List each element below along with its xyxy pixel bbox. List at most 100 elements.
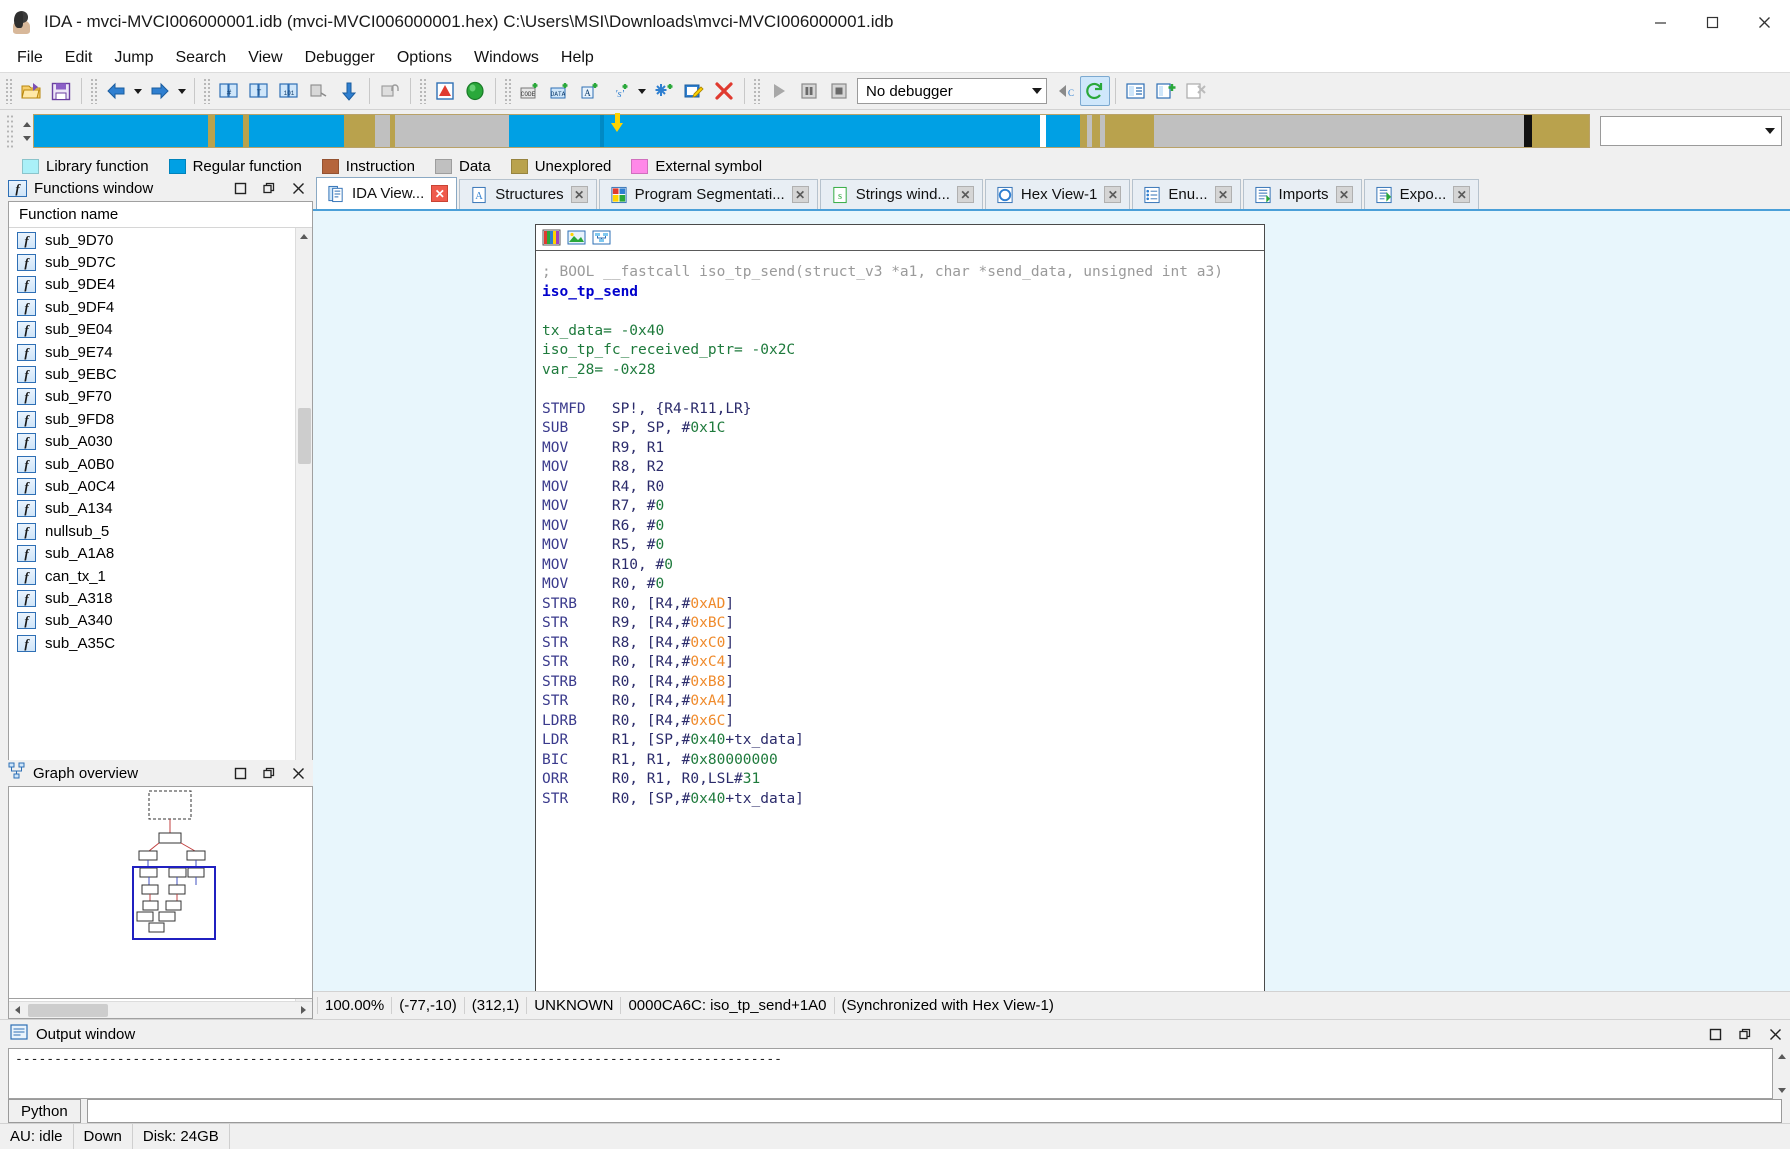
view-tab[interactable]: Enu...✕ (1132, 179, 1240, 209)
search-text-icon[interactable]: T (244, 76, 274, 106)
functions-horizontal-scrollbar[interactable] (9, 1001, 312, 1018)
warning-icon[interactable] (430, 76, 460, 106)
code-stack-variable[interactable]: iso_tp_fc_received_ptr= -0x2C (542, 341, 1264, 361)
graph-overview-close-button[interactable] (287, 762, 309, 784)
search-hex-icon[interactable]: 101 (274, 76, 304, 106)
function-list-item[interactable]: fsub_A134 (9, 498, 295, 520)
code-instruction-line[interactable]: STRB R0, [R4,#0xB8] (542, 673, 1264, 693)
code-instruction-line[interactable]: LDRB R0, [R4,#0x6C] (542, 712, 1264, 732)
code-instruction-line[interactable]: LDR R1, [SP,#0x40+tx_data] (542, 731, 1264, 751)
code-instruction-line[interactable]: STR R0, [SP,#0x40+tx_data] (542, 790, 1264, 810)
output-restore-button[interactable] (1734, 1023, 1756, 1045)
menu-edit[interactable]: Edit (54, 46, 104, 70)
output-vertical-scrollbar[interactable] (1773, 1048, 1790, 1099)
forward-dropdown-arrow-icon[interactable] (175, 76, 189, 106)
hscrollbar-thumb[interactable] (28, 1004, 108, 1017)
maximize-button[interactable] (1686, 0, 1738, 44)
tab-close-icon[interactable]: ✕ (571, 186, 588, 203)
code-instruction-line[interactable]: MOV R9, R1 (542, 439, 1264, 459)
ida-view-code-pane[interactable]: ; BOOL __fastcall iso_tp_send(struct_v3 … (313, 209, 1790, 991)
scroll-right-button[interactable] (295, 1002, 312, 1019)
function-list-item[interactable]: fsub_A340 (9, 610, 295, 632)
toolbar-grip-nav[interactable] (90, 78, 98, 104)
breakpoints-icon[interactable] (1121, 76, 1151, 106)
make-data-icon[interactable]: DATA (545, 76, 575, 106)
view-tab[interactable]: AStructures✕ (459, 179, 596, 209)
code-comment-line[interactable]: ; BOOL __fastcall iso_tp_send(struct_v3 … (542, 263, 1264, 283)
code-instruction-line[interactable]: MOV R6, #0 (542, 517, 1264, 537)
function-list-item[interactable]: fsub_A030 (9, 431, 295, 453)
clear-breakpoints-icon[interactable] (1181, 76, 1211, 106)
code-instruction-line[interactable]: STR R0, [R4,#0xA4] (542, 692, 1264, 712)
code-instruction-line[interactable]: MOV R0, #0 (542, 575, 1264, 595)
function-list-item[interactable]: fsub_9EBC (9, 363, 295, 385)
pause-icon[interactable] (794, 76, 824, 106)
view-tab[interactable]: Imports✕ (1243, 179, 1362, 209)
functions-close-button[interactable] (287, 177, 309, 199)
scrollbar-thumb[interactable] (298, 408, 311, 464)
menu-jump[interactable]: Jump (103, 46, 164, 70)
tab-close-icon[interactable]: ✕ (431, 185, 448, 202)
functions-column-header[interactable]: Function name (9, 202, 312, 228)
edit-function-icon[interactable] (679, 76, 709, 106)
code-instruction-line[interactable]: STMFD SP!, {R4-R11,LR} (542, 400, 1264, 420)
make-code-icon[interactable]: CODE (515, 76, 545, 106)
code-instruction-line[interactable]: STR R8, [R4,#0xC0] (542, 634, 1264, 654)
run-icon[interactable] (764, 76, 794, 106)
graph-layout-icon[interactable] (592, 228, 611, 247)
scroll-up-button[interactable] (296, 228, 312, 245)
output-close-button[interactable] (1764, 1023, 1786, 1045)
code-instruction-line[interactable]: STR R0, [R4,#0xC4] (542, 653, 1264, 673)
navband-jump-select[interactable] (1600, 116, 1782, 146)
view-tab[interactable]: Program Segmentati...✕ (599, 179, 818, 209)
delete-icon[interactable] (709, 76, 739, 106)
function-list-item[interactable]: fnullsub_5 (9, 520, 295, 542)
code-instruction-line[interactable]: STR R9, [R4,#0xBC] (542, 614, 1264, 634)
disassembly-text[interactable]: ; BOOL __fastcall iso_tp_send(struct_v3 … (536, 251, 1264, 809)
output-scroll-up-button[interactable] (1773, 1048, 1790, 1065)
code-instruction-line[interactable]: MOV R10, #0 (542, 556, 1264, 576)
function-list-item[interactable]: fcan_tx_1 (9, 565, 295, 587)
refresh-icon[interactable] (1080, 76, 1110, 106)
code-instruction-line[interactable]: MOV R5, #0 (542, 536, 1264, 556)
menu-file[interactable]: File (6, 46, 54, 70)
tab-close-icon[interactable]: ✕ (792, 186, 809, 203)
navband-scroll-arrows[interactable] (21, 114, 33, 148)
menu-windows[interactable]: Windows (463, 46, 550, 70)
menu-search[interactable]: Search (164, 46, 237, 70)
back-arrow-icon[interactable] (101, 76, 131, 106)
function-list-item[interactable]: fsub_9FD8 (9, 408, 295, 430)
navigation-band[interactable] (33, 114, 1590, 148)
function-list-item[interactable]: fsub_9DE4 (9, 274, 295, 296)
tab-close-icon[interactable]: ✕ (957, 186, 974, 203)
function-list-item[interactable]: fsub_A35C (9, 632, 295, 654)
code-stack-variable[interactable]: tx_data= -0x40 (542, 322, 1264, 342)
forward-arrow-icon[interactable] (145, 76, 175, 106)
function-list-item[interactable]: fsub_A0C4 (9, 475, 295, 497)
stop-icon[interactable] (824, 76, 854, 106)
toolbar-grip-search[interactable] (203, 78, 211, 104)
view-tab[interactable]: Hex View-1✕ (985, 179, 1130, 209)
menu-debugger[interactable]: Debugger (294, 46, 386, 70)
back-dropdown-arrow-icon[interactable] (131, 76, 145, 106)
lock-icon[interactable] (375, 76, 405, 106)
graph-image-icon[interactable] (567, 228, 586, 247)
toolbar-grip[interactable] (5, 78, 13, 104)
menu-help[interactable]: Help (550, 46, 605, 70)
view-tab[interactable]: IDA View...✕ (316, 177, 457, 209)
view-tab[interactable]: sStrings wind...✕ (820, 179, 983, 209)
save-file-icon[interactable] (46, 76, 76, 106)
function-list-item[interactable]: fsub_9D7C (9, 251, 295, 273)
scroll-left-button[interactable] (9, 1002, 26, 1019)
functions-restore-button[interactable] (258, 177, 280, 199)
toolbar-grip-analysis[interactable] (419, 78, 427, 104)
open-file-icon[interactable] (16, 76, 46, 106)
function-list-item[interactable]: fsub_9D70 (9, 229, 295, 251)
make-array-icon[interactable] (649, 76, 679, 106)
jump-down-icon[interactable] (334, 76, 364, 106)
graph-overview-restore-button[interactable] (258, 762, 280, 784)
functions-maximize-button[interactable] (229, 177, 251, 199)
python-mode-button[interactable]: Python (8, 1099, 81, 1123)
toolbar-grip-make[interactable] (504, 78, 512, 104)
minimize-button[interactable] (1634, 0, 1686, 44)
